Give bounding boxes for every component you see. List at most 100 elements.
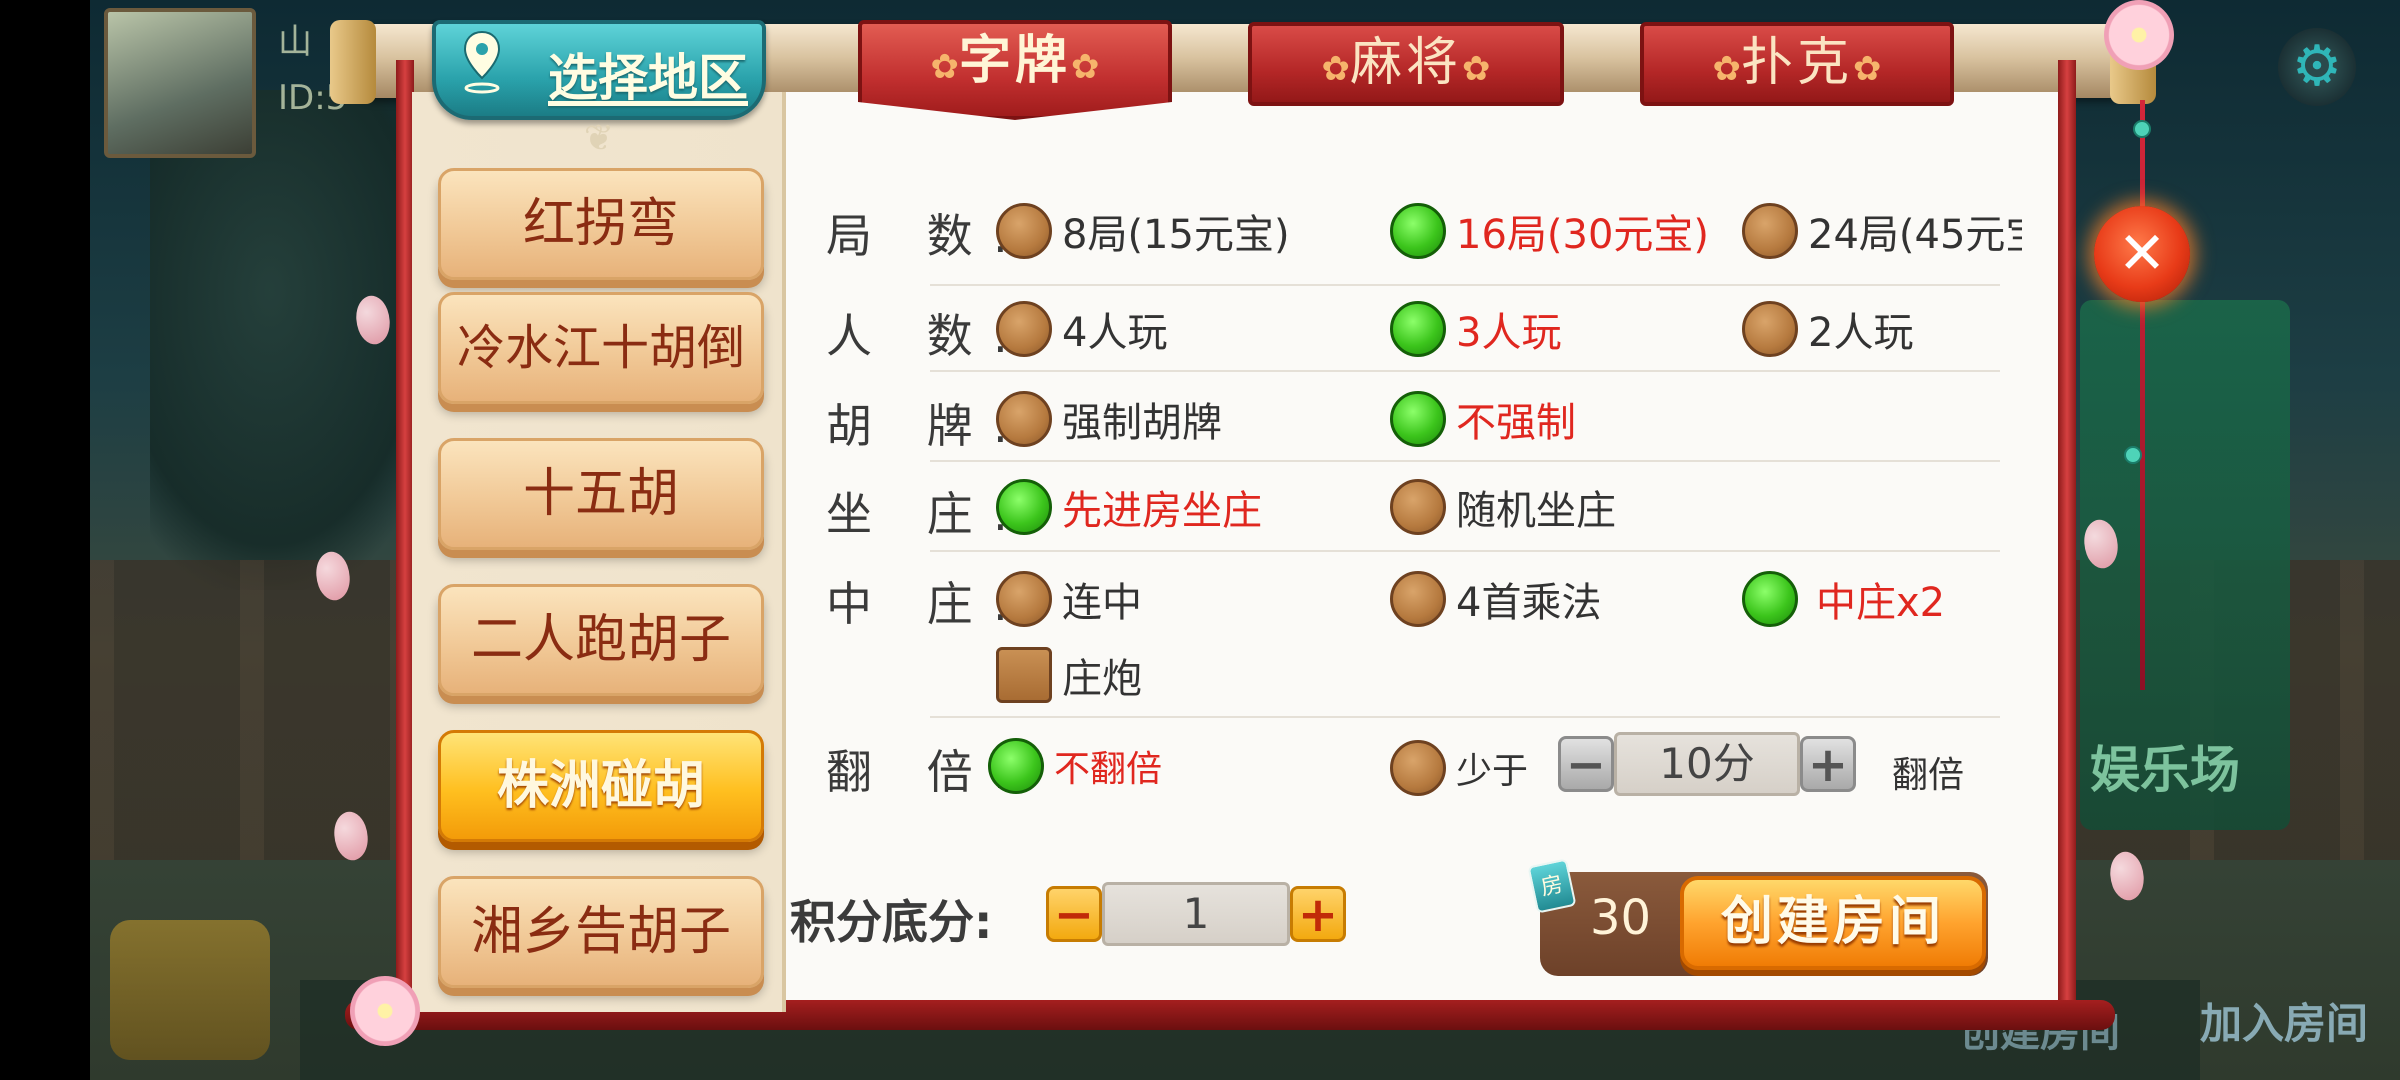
tab-ornament-icon: ✿: [1853, 49, 1882, 89]
row-divider: [930, 460, 2000, 462]
players-option-2-label: 2人玩: [1808, 310, 1914, 356]
tab-zipai[interactable]: ✿字牌✿: [858, 20, 1172, 120]
double-threshold-field[interactable]: 10分: [1614, 732, 1800, 796]
game-item-lengshuijiang[interactable]: 冷水江十胡倒: [438, 292, 764, 404]
game-item-xiangxiang-gaohuzi[interactable]: 湘乡告胡子: [438, 876, 764, 988]
select-region-label: 选择地区: [548, 49, 748, 107]
location-pin-icon: [463, 30, 501, 94]
radio-on-icon: [988, 738, 1044, 794]
rounds-option-24-label: 24局(45元宝: [1808, 212, 2022, 258]
blossom-icon: [350, 976, 420, 1046]
hu-option-forced-label: 强制胡牌: [1062, 400, 1222, 446]
zhuangpao-checkbox[interactable]: 庄炮: [996, 646, 1142, 704]
radio-off-icon: [1742, 203, 1798, 259]
hu-option-not-forced[interactable]: 不强制: [1390, 390, 1576, 448]
tab-puke-label: 扑克: [1740, 33, 1853, 93]
radio-off-icon: [1742, 301, 1798, 357]
zhong-option-lianzhong-label: 连中: [1062, 580, 1142, 626]
player-name: 山: [278, 22, 312, 62]
hu-option-forced[interactable]: 强制胡牌: [996, 390, 1222, 448]
scroll-rod-right: [2058, 60, 2076, 1020]
create-room-button[interactable]: 创建房间: [1680, 876, 1986, 970]
rounds-option-24[interactable]: 24局(45元宝: [1742, 202, 2022, 260]
zhuangpao-label: 庄炮: [1062, 656, 1142, 702]
score-minus-button[interactable]: −: [1046, 886, 1102, 942]
hanging-cord: [2140, 100, 2145, 690]
bottom-join-room[interactable]: 加入房间: [2200, 990, 2368, 1051]
row-divider: [930, 716, 2000, 718]
game-item-erren-paohuzi[interactable]: 二人跑胡子: [438, 584, 764, 696]
left-letterbox: [0, 0, 90, 1080]
game-item-hongguaiwan[interactable]: 红拐弯: [438, 168, 764, 280]
zhong-option-x2-label: 中庄x2: [1816, 580, 1946, 626]
radio-off-icon: [996, 391, 1052, 447]
radio-off-icon: [1390, 740, 1446, 796]
row-divider: [930, 370, 2000, 372]
zhong-option-multiply[interactable]: 4首乘法: [1390, 570, 1601, 628]
tab-ornament-icon: ✿: [1321, 49, 1350, 89]
player-avatar[interactable]: [104, 8, 256, 158]
rounds-option-16-label: 16局(30元宝): [1456, 212, 1710, 258]
radio-on-icon: [1742, 571, 1798, 627]
radio-off-icon: [1390, 479, 1446, 535]
row-divider: [930, 550, 2000, 552]
game-item-shiwuhu[interactable]: 十五胡: [438, 438, 764, 550]
double-suffix: 翻倍: [1892, 746, 1964, 798]
radio-on-icon: [1390, 203, 1446, 259]
players-option-3[interactable]: 3人玩: [1390, 300, 1561, 358]
tab-puke[interactable]: ✿扑克✿: [1640, 22, 1954, 106]
knot-ornament-icon: ❦: [583, 118, 615, 159]
rounds-option-8[interactable]: 8局(15元宝): [996, 202, 1290, 260]
tab-ornament-icon: ✿: [930, 47, 959, 87]
dealer-option-random-label: 随机坐庄: [1456, 488, 1616, 534]
entertainment-hall-label: 娱乐场: [2090, 741, 2240, 799]
bead-icon: [2133, 120, 2151, 138]
radio-off-icon: [996, 571, 1052, 627]
game-item-zhuzhou-penghu[interactable]: 株洲碰胡: [438, 730, 764, 842]
dealer-option-random[interactable]: 随机坐庄: [1390, 478, 1616, 536]
dealer-option-first[interactable]: 先进房坐庄: [996, 478, 1262, 536]
players-option-4-label: 4人玩: [1062, 310, 1168, 356]
tab-majiang[interactable]: ✿麻将✿: [1248, 22, 1564, 106]
shop-cart-icon[interactable]: [110, 920, 270, 1060]
room-card-count: 30: [1590, 890, 1652, 946]
players-option-4[interactable]: 4人玩: [996, 300, 1167, 358]
base-score-label: 积分底分:: [790, 895, 993, 949]
rounds-option-16[interactable]: 16局(30元宝): [1390, 202, 1709, 260]
radio-off-icon: [996, 301, 1052, 357]
double-option-less-than-label: 少于: [1456, 751, 1529, 792]
hu-option-not-forced-label: 不强制: [1456, 400, 1576, 446]
zhong-option-multiply-label: 4首乘法: [1456, 580, 1602, 626]
close-button[interactable]: ✕: [2094, 206, 2190, 302]
players-option-3-label: 3人玩: [1456, 310, 1562, 356]
radio-on-icon: [996, 479, 1052, 535]
zhong-option-x2[interactable]: 中庄x2: [1742, 570, 1945, 628]
rounds-option-8-label: 8局(15元宝): [1062, 212, 1290, 258]
radio-on-icon: [1390, 391, 1446, 447]
gear-icon[interactable]: ⚙: [2278, 28, 2356, 106]
base-score-field[interactable]: 1: [1102, 882, 1290, 946]
tab-ornament-icon: ✿: [1071, 47, 1100, 87]
score-plus-button[interactable]: +: [1290, 886, 1346, 942]
tab-ornament-icon: ✿: [1712, 49, 1741, 89]
players-option-2[interactable]: 2人玩: [1742, 300, 1913, 358]
dealer-option-first-label: 先进房坐庄: [1062, 488, 1262, 534]
double-option-none[interactable]: 不翻倍: [988, 738, 1162, 794]
tab-majiang-label: 麻将: [1349, 33, 1462, 93]
double-option-none-label: 不翻倍: [1054, 749, 1163, 790]
double-plus-button[interactable]: +: [1800, 736, 1856, 792]
radio-on-icon: [1390, 301, 1446, 357]
double-minus-button[interactable]: −: [1558, 736, 1614, 792]
checkbox-icon: [996, 647, 1052, 703]
radio-off-icon: [1390, 571, 1446, 627]
tab-ornament-icon: ✿: [1462, 49, 1491, 89]
scroll-cap-left: [330, 20, 376, 104]
radio-off-icon: [996, 203, 1052, 259]
row-divider: [930, 284, 2000, 286]
double-suffix-label: 翻倍: [1892, 755, 1965, 796]
zhong-option-lianzhong[interactable]: 连中: [996, 570, 1142, 628]
tab-zipai-label: 字牌: [958, 31, 1071, 91]
double-option-less-than[interactable]: 少于: [1390, 740, 1528, 796]
bead-icon: [2124, 446, 2142, 464]
blossom-icon: [2104, 0, 2174, 70]
